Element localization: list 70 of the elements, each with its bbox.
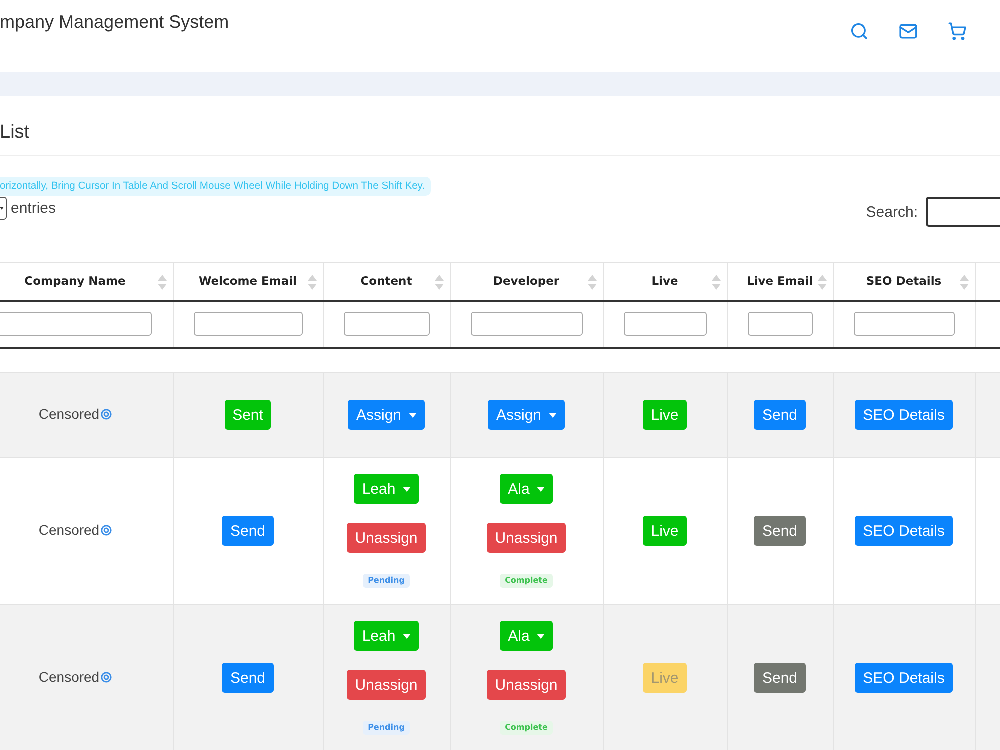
live-button[interactable]: Live [643,663,687,693]
card-title: List [0,122,30,144]
sort-icon[interactable] [818,275,826,290]
filter-field[interactable] [624,312,706,336]
status-badge: Complete [500,721,553,735]
company-name: Censored [38,669,100,685]
live-email-button[interactable]: Send [754,663,806,693]
sort-icon[interactable] [712,275,720,290]
scroll-hint: orizontally, Bring Cursor In Table And Scroll Mouse Wheel While Holding Down The Shift Key. [0,177,432,196]
column-header[interactable]: Company Name [0,262,173,300]
column-header[interactable]: Live Email [727,262,833,300]
entries-select[interactable] [0,197,7,220]
seo-details-button[interactable]: SEO Details [855,516,953,546]
live-button[interactable]: Live [643,400,687,430]
live-email-button[interactable]: Send [754,400,806,430]
assignee-dropdown[interactable]: Leah [354,474,419,504]
sort-icon[interactable] [960,275,968,290]
filter-field[interactable] [748,312,812,336]
column-header[interactable]: Live [603,262,727,300]
caret-icon [408,412,417,418]
assignee-dropdown[interactable]: Ala [500,621,553,651]
filter-field[interactable] [0,312,152,336]
app-title: mpany Management System [0,11,230,33]
caret-icon [0,207,4,210]
sort-icon[interactable] [158,275,166,290]
status-badge: Pending [363,574,410,588]
search-field[interactable] [926,197,1000,227]
unassign-button[interactable]: Unassign [487,670,566,700]
assignee-dropdown[interactable]: Leah [354,621,419,651]
column-header[interactable]: SEO Details [833,262,975,300]
welcome-email-button[interactable]: Sent [224,400,272,430]
welcome-email-button[interactable]: Send [222,516,274,546]
cart-icon[interactable] [948,22,967,41]
seo-details-button[interactable]: SEO Details [855,400,953,430]
mail-icon[interactable] [899,22,918,41]
caret-icon [536,486,545,492]
caret-icon [402,486,411,492]
entries-label: entries [11,200,56,217]
caret-icon [548,412,557,418]
sort-icon[interactable] [434,275,444,290]
company-name: Censored [38,522,100,538]
column-header[interactable]: Developer [450,262,603,300]
column-header[interactable]: Content [323,262,450,300]
column-header[interactable]: Welcome Email [173,262,323,300]
sort-icon[interactable] [588,275,596,290]
unassign-button[interactable]: Unassign [347,523,426,553]
unassign-button[interactable]: Unassign [347,670,426,700]
filter-field[interactable] [854,312,954,336]
live-button[interactable]: Live [643,516,687,546]
assignee-dropdown[interactable]: Assign [348,400,425,430]
live-email-button[interactable]: Send [754,516,806,546]
sort-icon[interactable] [308,275,316,290]
caret-icon [402,634,411,638]
assignee-dropdown[interactable]: Ala [500,474,553,504]
assignee-dropdown[interactable]: Assign [488,400,565,430]
view-icon[interactable] [100,408,112,420]
view-icon[interactable] [100,524,112,536]
filter-field[interactable] [344,312,430,336]
view-icon[interactable] [100,672,112,682]
status-badge: Complete [500,574,553,588]
company-name: Censored [38,406,100,422]
status-badge: Pending [363,721,410,735]
seo-details-button[interactable]: SEO Details [855,663,953,693]
search-label: Search: [866,204,918,220]
unassign-button[interactable]: Unassign [487,523,566,553]
caret-icon [536,634,545,638]
welcome-email-button[interactable]: Send [222,663,274,693]
filter-field[interactable] [470,312,582,336]
filter-field[interactable] [194,312,302,336]
search-icon[interactable] [850,22,869,41]
